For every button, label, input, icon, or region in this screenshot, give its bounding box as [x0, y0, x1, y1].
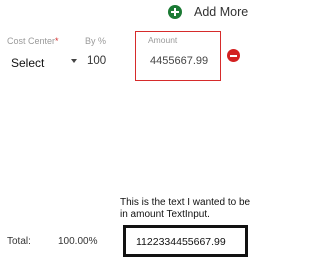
- amount-label: Amount: [148, 35, 178, 45]
- cost-center-label: Cost Center*: [7, 36, 59, 46]
- by-percent-input[interactable]: 100: [87, 55, 106, 67]
- add-more-button[interactable]: Add More: [168, 4, 248, 20]
- cost-center-select[interactable]: Select: [7, 52, 79, 72]
- cost-center-label-text: Cost Center: [7, 36, 56, 46]
- by-percent-label: By %: [85, 36, 107, 46]
- required-mark: *: [55, 36, 59, 46]
- add-more-label: Add More: [194, 5, 249, 19]
- plus-circle-icon: [168, 5, 182, 19]
- total-amount-box: 1122334455667.99: [123, 225, 248, 257]
- total-amount: 1122334455667.99: [136, 236, 226, 248]
- total-percent: 100.00%: [58, 236, 98, 247]
- cost-center-selected-value: Select: [11, 56, 45, 70]
- chevron-down-icon: [71, 59, 77, 63]
- total-label: Total:: [7, 236, 31, 247]
- amount-input[interactable]: Amount 4455667.99: [135, 31, 221, 81]
- amount-value: 4455667.99: [150, 55, 209, 67]
- minus-circle-icon[interactable]: [227, 49, 240, 62]
- annotation-text: This is the text I wanted to be in amoun…: [120, 197, 251, 220]
